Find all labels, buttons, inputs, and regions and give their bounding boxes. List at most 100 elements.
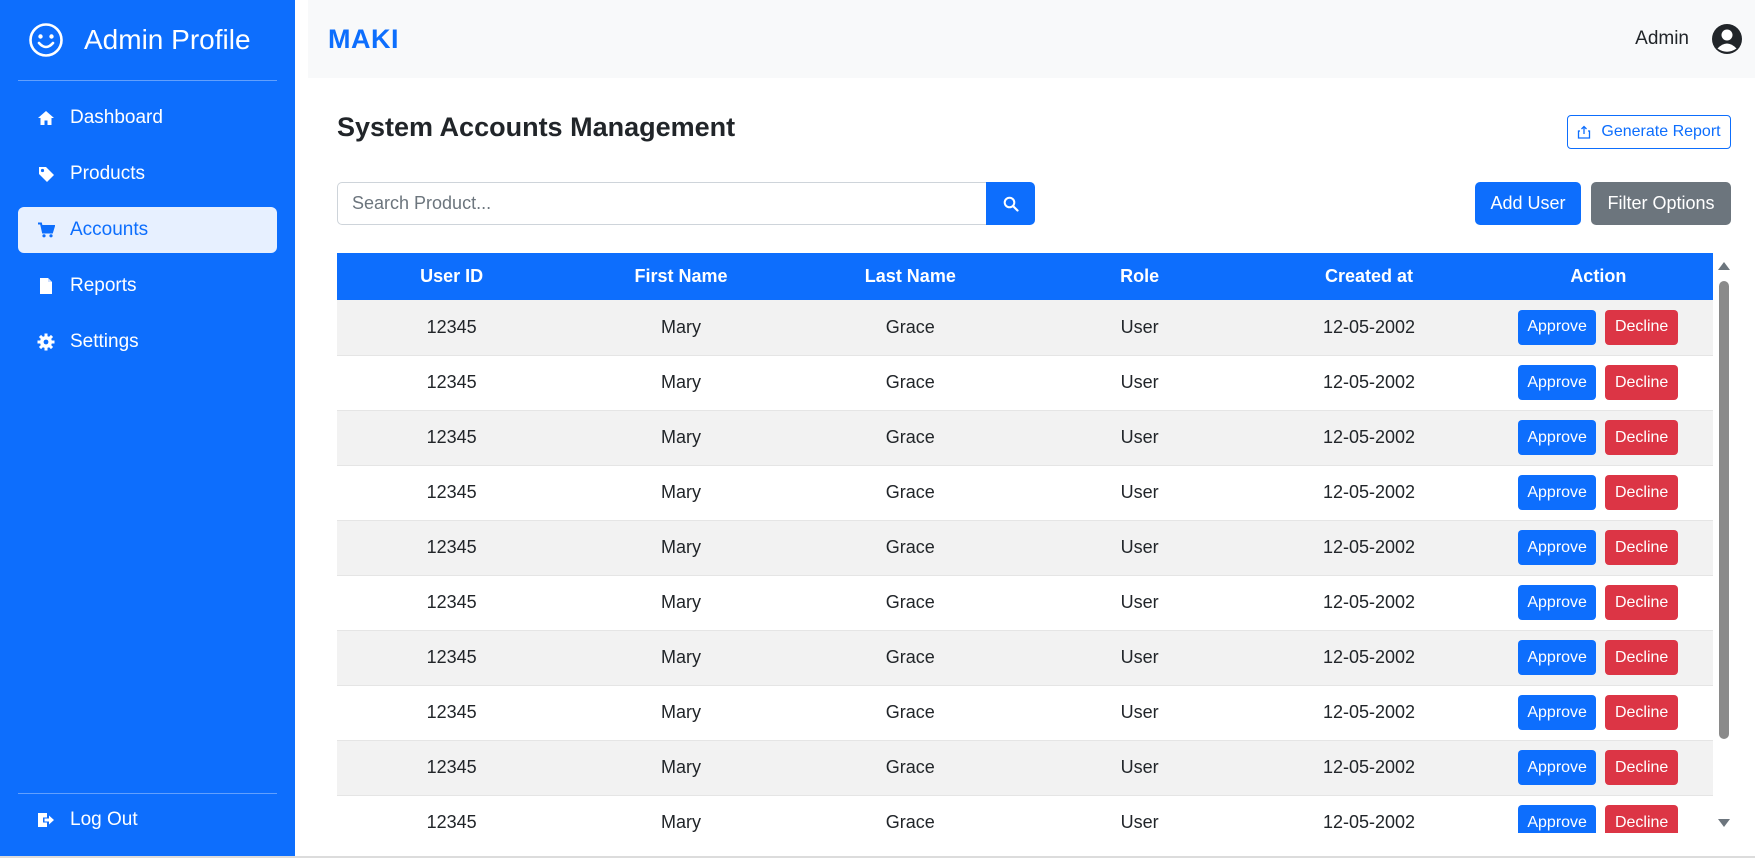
user-avatar-icon[interactable] xyxy=(1711,23,1743,55)
cell-created-at: 12-05-2002 xyxy=(1254,520,1484,576)
cell-first-name: Mary xyxy=(566,300,796,356)
sidebar-item-label: Products xyxy=(70,163,145,184)
approve-button[interactable]: Approve xyxy=(1518,585,1596,620)
sidebar-item-reports[interactable]: Reports xyxy=(18,263,277,309)
user-name: Admin xyxy=(1635,28,1689,49)
cell-created-at: 12-05-2002 xyxy=(1254,630,1484,686)
cell-last-name: Grace xyxy=(795,795,1025,833)
cell-last-name: Grace xyxy=(795,740,1025,796)
cell-role: User xyxy=(1024,740,1255,796)
page-title: System Accounts Management xyxy=(337,112,736,142)
user-menu[interactable]: Admin xyxy=(1635,23,1743,55)
share-icon xyxy=(1578,125,1591,139)
table-row: 12345 Mary Grace User 12-05-2002 Approve Decli… xyxy=(337,410,1713,466)
cell-user-id: 12345 xyxy=(337,410,567,466)
approve-button[interactable]: Approve xyxy=(1518,695,1596,730)
table-row: 12345 Mary Grace User 12-05-2002 Approve Decli… xyxy=(337,300,1713,356)
decline-button[interactable]: Decline xyxy=(1604,585,1679,620)
accounts-table: User ID First Name Last Name Role Create… xyxy=(337,253,1713,833)
search-input[interactable] xyxy=(337,182,986,225)
cell-action: Approve Decline xyxy=(1483,300,1713,356)
sidebar-item-settings[interactable]: Settings xyxy=(18,319,277,365)
decline-button[interactable]: Decline xyxy=(1604,309,1679,345)
cell-role: User xyxy=(1024,355,1255,411)
decline-button[interactable]: Decline xyxy=(1604,695,1679,730)
cell-last-name: Grace xyxy=(795,355,1025,411)
approve-button[interactable]: Approve xyxy=(1518,420,1596,455)
accounts-table-container: User ID First Name Last Name Role Create… xyxy=(337,253,1713,833)
approve-button[interactable]: Approve xyxy=(1518,640,1596,675)
app-logo[interactable]: MAKI xyxy=(328,24,399,55)
logout-label: Log Out xyxy=(70,809,138,830)
sidebar: Admin Profile Dashboard Products Account… xyxy=(0,0,295,858)
decline-button[interactable]: Decline xyxy=(1604,750,1679,785)
sidebar-item-products[interactable]: Products xyxy=(18,151,277,197)
logout-button[interactable]: Log Out xyxy=(18,794,277,846)
cell-last-name: Grace xyxy=(795,685,1025,741)
cell-role: User xyxy=(1024,465,1255,521)
column-header: Created at xyxy=(1254,253,1484,300)
column-header: Role xyxy=(1024,253,1255,300)
table-row: 12345 Mary Grace User 12-05-2002 Approve Decli… xyxy=(337,465,1713,521)
sidebar-title: Admin Profile xyxy=(84,24,251,55)
cell-created-at: 12-05-2002 xyxy=(1254,795,1484,833)
sidebar-item-label: Accounts xyxy=(70,219,149,240)
scroll-down-arrow-icon[interactable] xyxy=(1718,819,1730,827)
decline-button[interactable]: Decline xyxy=(1604,365,1679,400)
cell-action: Approve Decline xyxy=(1483,630,1713,686)
cell-role: User xyxy=(1024,410,1255,466)
scroll-thumb[interactable] xyxy=(1719,281,1729,739)
filter-options-button[interactable]: Filter Options xyxy=(1591,182,1731,225)
approve-button[interactable]: Approve xyxy=(1518,750,1596,785)
table-scrollbar[interactable] xyxy=(1715,253,1733,833)
cell-created-at: 12-05-2002 xyxy=(1254,575,1484,631)
cell-last-name: Grace xyxy=(795,520,1025,576)
approve-button[interactable]: Approve xyxy=(1518,309,1596,345)
cell-role: User xyxy=(1024,795,1255,833)
cell-role: User xyxy=(1024,520,1255,576)
cell-user-id: 12345 xyxy=(337,685,567,741)
sidebar-item-accounts[interactable]: Accounts xyxy=(18,207,277,253)
table-header-row: User ID First Name Last Name Role Create… xyxy=(337,253,1713,300)
generate-report-button[interactable]: Generate Report xyxy=(1567,115,1731,149)
logout-icon xyxy=(36,810,56,830)
search-icon xyxy=(1003,196,1019,212)
scroll-up-arrow-icon[interactable] xyxy=(1718,262,1730,270)
approve-button[interactable]: Approve xyxy=(1518,530,1596,565)
cell-user-id: 12345 xyxy=(337,520,567,576)
cell-created-at: 12-05-2002 xyxy=(1254,740,1484,796)
sidebar-item-label: Settings xyxy=(70,331,139,352)
decline-button[interactable]: Decline xyxy=(1604,640,1679,675)
sidebar-item-label: Reports xyxy=(70,275,137,296)
row-actions: Approve Decline xyxy=(1518,475,1679,510)
cell-first-name: Mary xyxy=(566,795,796,833)
cart-icon xyxy=(36,220,56,240)
decline-button[interactable]: Decline xyxy=(1604,420,1679,455)
sidebar-item-dashboard[interactable]: Dashboard xyxy=(18,95,277,141)
cell-action: Approve Decline xyxy=(1483,520,1713,576)
file-icon xyxy=(36,276,56,296)
decline-button[interactable]: Decline xyxy=(1604,805,1679,833)
cell-action: Approve Decline xyxy=(1483,740,1713,796)
row-actions: Approve Decline xyxy=(1518,420,1679,455)
sidebar-brand: Admin Profile xyxy=(0,0,295,80)
column-header: First Name xyxy=(566,253,796,300)
add-user-button[interactable]: Add User xyxy=(1475,182,1581,225)
approve-button[interactable]: Approve xyxy=(1518,475,1596,510)
approve-button[interactable]: Approve xyxy=(1518,805,1596,833)
cell-first-name: Mary xyxy=(566,465,796,521)
sidebar-divider xyxy=(18,80,277,81)
cell-action: Approve Decline xyxy=(1483,575,1713,631)
tag-icon xyxy=(36,164,56,184)
decline-button[interactable]: Decline xyxy=(1604,530,1679,565)
cell-role: User xyxy=(1024,685,1255,741)
table-row: 12345 Mary Grace User 12-05-2002 Approve Decli… xyxy=(337,740,1713,796)
decline-button[interactable]: Decline xyxy=(1604,475,1679,510)
cell-user-id: 12345 xyxy=(337,740,567,796)
cell-user-id: 12345 xyxy=(337,465,567,521)
approve-button[interactable]: Approve xyxy=(1518,365,1596,400)
search-button[interactable] xyxy=(986,182,1035,225)
row-actions: Approve Decline xyxy=(1518,530,1679,565)
row-actions: Approve Decline xyxy=(1518,640,1679,675)
cell-first-name: Mary xyxy=(566,520,796,576)
